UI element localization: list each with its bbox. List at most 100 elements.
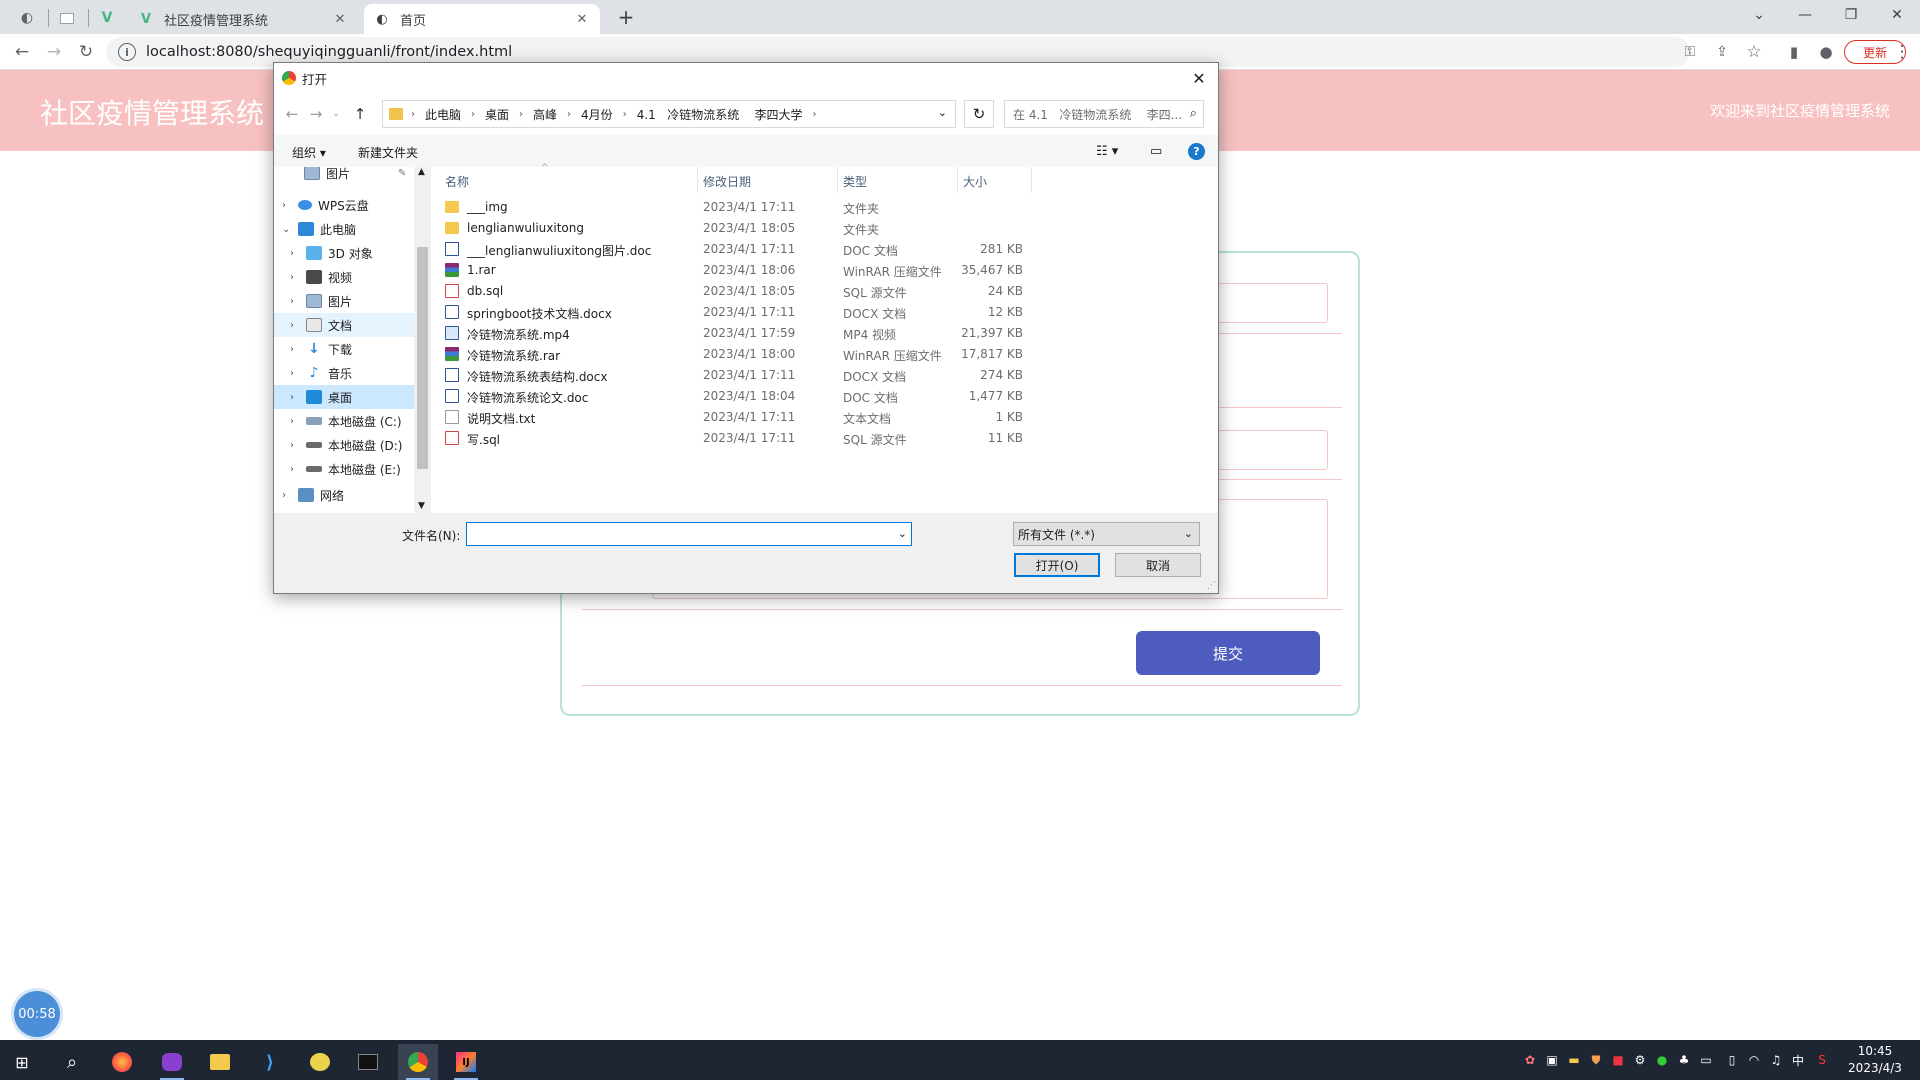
up-folder-button[interactable]: ↑ — [350, 104, 370, 124]
new-tab-button[interactable]: + — [614, 4, 638, 30]
profile-avatar-icon[interactable]: ● — [1812, 38, 1840, 66]
taskbar-chrome[interactable] — [398, 1044, 438, 1080]
file-row[interactable]: ___img 2023/4/1 17:11 文件夹 — [439, 197, 923, 218]
file-row[interactable]: 冷链物流系统.mp4 2023/4/1 17:59 MP4 视频 21,397 … — [439, 323, 1023, 344]
taskbar-terminal[interactable] — [348, 1044, 388, 1080]
pinned-tab-1[interactable]: ◐ — [9, 4, 45, 32]
file-row[interactable]: springboot技术文档.docx 2023/4/1 17:11 DOCX … — [439, 302, 1023, 323]
minimize-button[interactable]: — — [1782, 0, 1828, 30]
view-options-icon[interactable]: ☷ ▾ — [1096, 144, 1118, 159]
dialog-back-button[interactable]: ← — [282, 104, 302, 124]
nav-pane-scrollbar[interactable]: ▲ ▼ — [414, 167, 431, 513]
taskbar-intellij[interactable]: IJ — [446, 1044, 486, 1080]
file-row[interactable]: db.sql 2023/4/1 18:05 SQL 源文件 24 KB — [439, 281, 1023, 302]
tray-volume-icon[interactable]: ♫ — [1768, 1052, 1784, 1068]
start-button[interactable]: ⊞ — [2, 1044, 42, 1080]
back-button[interactable]: ← — [8, 38, 36, 66]
breadcrumb-item[interactable]: 高峰 — [533, 106, 557, 123]
menu-dots-icon[interactable]: ⋮ — [1888, 38, 1916, 66]
tree-item-network[interactable]: › 网络 — [274, 483, 414, 507]
dialog-address-bar[interactable]: › 此电脑 › 桌面 › 高峰 › 4月份 › 4.1 冷链物流系统 李四大学 … — [382, 100, 956, 128]
taskbar-search-button[interactable]: ⌕ — [52, 1044, 92, 1080]
taskbar-app-yellow[interactable] — [300, 1044, 340, 1080]
reload-button[interactable]: ↻ — [72, 38, 100, 66]
submit-button[interactable]: 提交 — [1136, 631, 1320, 675]
tree-item-drive-c[interactable]: › 本地磁盘 (C:) — [274, 409, 414, 433]
tray-security-icon[interactable]: ⛊ — [1588, 1052, 1604, 1068]
taskbar-app-purple[interactable] — [152, 1044, 192, 1080]
close-tab-icon[interactable]: ✕ — [574, 12, 590, 27]
ime-indicator[interactable]: 中 — [1790, 1052, 1806, 1068]
tab-search-icon[interactable]: ⌄ — [1736, 0, 1782, 30]
tray-gpu-icon[interactable]: ⚙ — [1632, 1052, 1648, 1068]
tray-battery-icon[interactable]: ▯ — [1724, 1052, 1740, 1068]
dialog-forward-button[interactable]: → — [306, 104, 326, 124]
tree-item-downloads[interactable]: › ↓ 下载 — [274, 337, 414, 361]
forward-button[interactable]: → — [40, 38, 68, 66]
open-button[interactable]: 打开(O) — [1014, 553, 1100, 577]
column-header-date[interactable]: 修改日期 — [703, 173, 751, 190]
file-row[interactable]: 冷链物流系统.rar 2023/4/1 18:00 WinRAR 压缩文件 17… — [439, 344, 1023, 365]
organize-menu[interactable]: 组织 ▾ — [292, 144, 326, 161]
file-row[interactable]: 写.sql 2023/4/1 17:11 SQL 源文件 11 KB — [439, 428, 1023, 449]
tree-item-3d-objects[interactable]: › 3D 对象 — [274, 241, 414, 265]
column-header-name[interactable]: 名称 — [445, 173, 469, 190]
recent-locations-button[interactable]: ⌄ — [326, 104, 346, 124]
help-icon[interactable]: ? — [1188, 143, 1205, 160]
file-row[interactable]: 冷链物流系统表结构.docx 2023/4/1 17:11 DOCX 文档 27… — [439, 365, 1023, 386]
tray-sogou-icon[interactable]: S — [1814, 1052, 1830, 1068]
taskbar-file-explorer[interactable] — [200, 1044, 240, 1080]
chevron-down-icon[interactable]: ⌄ — [898, 527, 907, 540]
tree-item-desktop[interactable]: › 桌面 — [274, 385, 414, 409]
breadcrumb-item[interactable]: 桌面 — [485, 106, 509, 123]
tray-wechat-icon[interactable]: ● — [1654, 1052, 1670, 1068]
pinned-tab-2[interactable] — [49, 4, 85, 32]
tray-folder-icon[interactable]: ▬ — [1566, 1052, 1582, 1068]
tree-item-pictures-pinned[interactable]: 图片 ✎ — [274, 167, 414, 185]
close-tab-icon[interactable]: ✕ — [332, 12, 348, 27]
key-icon[interactable]: ⚿ — [1676, 38, 1704, 66]
tree-item-drive-e[interactable]: › 本地磁盘 (E:) — [274, 457, 414, 481]
column-separator[interactable] — [1031, 167, 1032, 193]
tree-item-wps-cloud[interactable]: › WPS云盘 — [274, 193, 414, 217]
pinned-tab-3[interactable]: V — [89, 4, 125, 32]
tray-intellij-icon[interactable]: ▣ — [1544, 1052, 1560, 1068]
tree-item-drive-d[interactable]: › 本地磁盘 (D:) — [274, 433, 414, 457]
breadcrumb-item[interactable]: 此电脑 — [425, 106, 461, 123]
tray-wifi-icon[interactable]: ◠ — [1746, 1052, 1762, 1068]
file-row[interactable]: 冷链物流系统论文.doc 2023/4/1 18:04 DOC 文档 1,477… — [439, 386, 1023, 407]
tray-qq-icon[interactable]: ♣ — [1676, 1052, 1692, 1068]
file-row[interactable]: lenglianwuliuxitong 2023/4/1 18:05 文件夹 — [439, 218, 923, 239]
tab-community-system[interactable]: V 社区疫情管理系统 ✕ — [128, 4, 358, 34]
column-separator[interactable] — [697, 167, 698, 193]
file-row[interactable]: 1.rar 2023/4/1 18:06 WinRAR 压缩文件 35,467 … — [439, 260, 1023, 281]
taskbar-firefox[interactable] — [102, 1044, 142, 1080]
tree-item-this-pc[interactable]: ⌄ 此电脑 — [274, 217, 414, 241]
file-row[interactable]: ___lenglianwuliuxitong图片.doc 2023/4/1 17… — [439, 239, 1023, 260]
resize-grip-icon[interactable]: ⋰ — [1207, 581, 1216, 591]
taskbar-vscode[interactable]: ⟩ — [250, 1044, 290, 1080]
scroll-up-icon[interactable]: ▲ — [418, 167, 425, 177]
chevron-down-icon[interactable]: ⌄ — [938, 106, 947, 119]
close-window-button[interactable]: ✕ — [1874, 0, 1920, 30]
dialog-close-button[interactable]: ✕ — [1186, 65, 1212, 91]
column-header-size[interactable]: 大小 — [963, 173, 987, 190]
new-folder-button[interactable]: 新建文件夹 — [358, 144, 418, 161]
tree-item-documents[interactable]: › 文档 — [274, 313, 414, 337]
breadcrumb-item[interactable]: 4月份 — [581, 106, 613, 123]
tray-app-icon[interactable]: ✿ — [1522, 1052, 1538, 1068]
filename-input[interactable]: ⌄ — [466, 522, 912, 546]
file-row[interactable]: 说明文档.txt 2023/4/1 17:11 文本文档 1 KB — [439, 407, 1023, 428]
tree-item-pictures[interactable]: › 图片 — [274, 289, 414, 313]
breadcrumb-item[interactable]: 4.1 冷链物流系统 李四大学 — [637, 106, 803, 123]
taskbar-clock[interactable]: 10:45 2023/4/3 — [1840, 1043, 1910, 1077]
column-separator[interactable] — [837, 167, 838, 193]
scrollbar-thumb[interactable] — [417, 247, 428, 469]
scroll-down-icon[interactable]: ▼ — [418, 501, 425, 511]
dialog-refresh-button[interactable]: ↻ — [964, 100, 994, 128]
column-separator[interactable] — [957, 167, 958, 193]
filetype-select[interactable]: 所有文件 (*.*) ⌄ — [1013, 522, 1200, 546]
tree-item-music[interactable]: › ♪ 音乐 — [274, 361, 414, 385]
tab-home[interactable]: ◐ 首页 ✕ — [364, 4, 600, 34]
side-panel-icon[interactable]: ▮ — [1780, 38, 1808, 66]
